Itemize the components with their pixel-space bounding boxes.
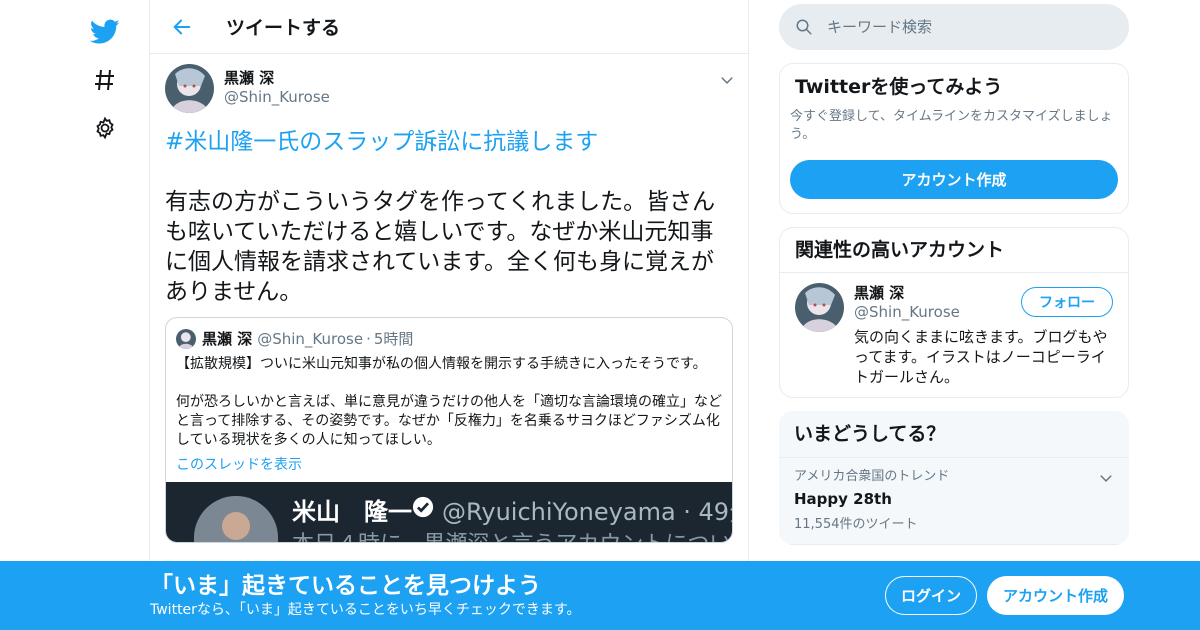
trend-item[interactable]: アメリカ合衆国のトレンド Happy 28th 11,554件のツイート <box>779 458 1129 545</box>
signup-card: Twitterを使ってみよう 今すぐ登録して、タイムラインをカスタマイズしましょ… <box>779 63 1129 214</box>
quoted-name: 黒瀬 深 <box>202 330 253 348</box>
author-name[interactable]: 黒瀬 深 <box>224 68 330 88</box>
quoted-media-image[interactable]: 米山 隆一 @RyuichiYoneyama · 49分 本日４時に、黒瀬深と言… <box>166 482 732 542</box>
quoted-text-paragraph-2: 何が恐ろしいかと言えば、単に意見が違うだけの他人を「適切な言論環境の確立」などと… <box>176 394 722 448</box>
chevron-down-icon <box>721 77 733 84</box>
trends-card: いまどうしてる？ アメリカ合衆国のトレンド Happy 28th 11,554件… <box>779 411 1129 545</box>
explore-link[interactable] <box>80 56 130 104</box>
twitter-home-link[interactable] <box>80 8 130 56</box>
avatar-image-icon <box>176 328 196 349</box>
quoted-handle: @Shin_Kurose <box>257 329 364 348</box>
banner-title: 「いま」起きていることを見つけよう <box>150 573 541 599</box>
avatar-image-icon <box>795 283 844 332</box>
settings-link[interactable] <box>80 104 130 152</box>
banner-create-account-button[interactable]: アカウント作成 <box>987 576 1124 615</box>
gear-icon <box>96 116 114 140</box>
signup-card-body: Twitterを使ってみよう 今すぐ登録して、タイムラインをカスタマイズしましょ… <box>780 64 1128 213</box>
search-box[interactable] <box>779 4 1129 50</box>
search-input[interactable] <box>827 18 1097 36</box>
tweet: 黒瀬 深 @Shin_Kurose #米山隆一氏のスラップ訴訟に抗議します 有志… <box>150 54 748 543</box>
avatar[interactable] <box>165 64 214 113</box>
quoted-tweet-content: 黒瀬 深 @Shin_Kurose · 5時間 【拡散規模】ついに米山元知事が私… <box>166 318 732 482</box>
banner-subtitle: Twitterなら、「いま」起きていることをいち早くチェックできます。 <box>150 602 581 618</box>
related-accounts-card: 関連性の高いアカウント 黒瀬 深 @Shin_Kurose 気の向くままに呟きま… <box>779 227 1129 398</box>
quoted-tweet[interactable]: 黒瀬 深 @Shin_Kurose · 5時間 【拡散規模】ついに米山元知事が私… <box>165 317 733 543</box>
twitter-logo-icon <box>90 19 120 44</box>
search-icon <box>796 19 812 35</box>
verified-badge-icon <box>412 496 434 522</box>
quoted-avatar <box>176 328 196 349</box>
quoted-tweet-header: 黒瀬 深 @Shin_Kurose · 5時間 <box>176 328 722 349</box>
page-title: ツイートする <box>226 17 341 39</box>
trend-options-button[interactable] <box>1099 470 1113 489</box>
right-sidebar: Twitterを使ってみよう 今すぐ登録して、タイムラインをカスタマイズしましょ… <box>779 0 1129 545</box>
main-column: ツイートする 黒瀬 深 @Shin_Kurose #米山隆一氏のスラップ訴訟に抗… <box>149 0 749 630</box>
related-account[interactable]: 黒瀬 深 @Shin_Kurose 気の向くままに呟きます。ブログもやってます。… <box>780 273 1128 397</box>
show-thread-link[interactable]: このスレッドを表示 <box>176 454 302 474</box>
back-button[interactable] <box>168 13 196 41</box>
avatar-image-icon <box>165 64 214 113</box>
trend-count: 11,554件のツイート <box>794 517 918 532</box>
tweet-options-button[interactable] <box>720 72 734 91</box>
media-body-text: 本日４時に、黒瀬深と言うアカウントについ <box>292 526 731 542</box>
signup-banner: 「いま」起きていることを見つけよう Twitterなら、「いま」起きていることを… <box>0 561 1200 630</box>
tweet-author: 黒瀬 深 @Shin_Kurose <box>165 64 733 113</box>
trend-name: Happy 28th <box>794 490 892 508</box>
hashtag-link[interactable]: #米山隆一氏のスラップ訴訟に抗議します <box>165 127 733 157</box>
arrow-left-icon <box>173 19 191 34</box>
chevron-down-icon <box>1100 475 1112 482</box>
person-photo-icon <box>194 496 278 542</box>
quoted-time: 5時間 <box>373 330 414 348</box>
author-handle[interactable]: @Shin_Kurose <box>224 88 330 106</box>
trends-title: いまどうしてる？ <box>779 411 1129 458</box>
page: ツイートする 黒瀬 深 @Shin_Kurose #米山隆一氏のスラップ訴訟に抗… <box>0 0 1200 630</box>
author-names: 黒瀬 深 @Shin_Kurose <box>224 68 330 106</box>
quoted-separator: · <box>366 329 371 348</box>
media-handle-text: @RyuichiYoneyama · 49分 <box>442 498 732 526</box>
left-nav <box>80 8 130 152</box>
related-accounts-title: 関連性の高いアカウント <box>780 228 1128 273</box>
hashtag-icon <box>95 69 114 91</box>
signup-card-title: Twitterを使ってみよう <box>795 76 1003 98</box>
media-avatar <box>194 496 278 542</box>
create-account-button[interactable]: アカウント作成 <box>790 160 1118 199</box>
quoted-text-paragraph-1: 【拡散規模】ついに米山元知事が私の個人情報を開示する手続きに入ったそうです。 <box>176 356 707 372</box>
signup-card-desc: 今すぐ登録して、タイムラインをカスタマイズしましょう。 <box>790 109 1113 142</box>
login-button[interactable]: ログイン <box>885 576 977 615</box>
follow-button[interactable]: フォロー <box>1021 287 1113 317</box>
tweet-text: #米山隆一氏のスラップ訴訟に抗議します 有志の方がこういうタグを作ってくれました… <box>165 127 733 307</box>
tweet-body: 有志の方がこういうタグを作ってくれました。皆さんも呟いていただけると嬉しいです。… <box>165 189 716 305</box>
media-name-text: 米山 隆一 <box>292 498 412 526</box>
trend-context: アメリカ合衆国のトレンド <box>794 469 950 484</box>
related-account-bio: 気の向くままに呟きます。ブログもやってます。イラストはノーコピーライトガールさん… <box>854 328 1108 386</box>
quoted-text: 【拡散規模】ついに米山元知事が私の個人情報を開示する手続きに入ったそうです。 何… <box>176 355 722 450</box>
avatar[interactable] <box>795 283 844 332</box>
page-header: ツイートする <box>150 0 748 54</box>
